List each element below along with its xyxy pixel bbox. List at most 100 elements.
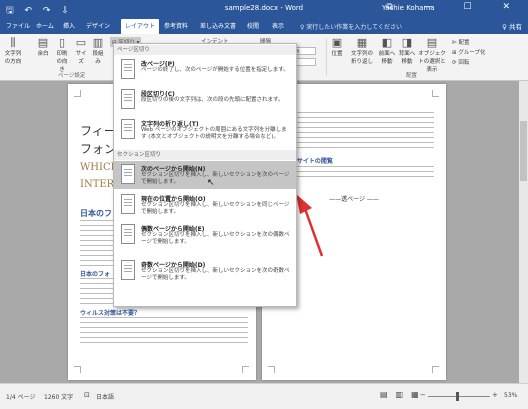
wrap-text-label: 文字列の折り返し [350, 51, 373, 65]
tab-home[interactable]: ホーム [36, 21, 54, 30]
next-page-icon [121, 164, 135, 184]
orientation-button[interactable]: ▯ 印刷の向き [54, 36, 70, 73]
section-heading: 日本のフ [80, 209, 112, 218]
menu-item-desc: 段区切りの後の文字列は、次の段の先頭に配置されます。 [141, 97, 284, 103]
page-title-jp: フィー [80, 124, 116, 138]
rotate-button[interactable]: ⟳ 回転 [452, 58, 469, 66]
odd-page-icon [121, 260, 135, 280]
arrow-head [296, 194, 312, 214]
bring-forward-label: 前面へ移動 [378, 51, 396, 65]
text-direction-label: 文字列の方向 [4, 51, 22, 65]
margins-label: 余白 [37, 51, 49, 57]
tab-review[interactable]: 校閲 [247, 21, 259, 30]
section-heading-2: 日本のフォ [80, 271, 111, 278]
menu-item-desc: セクション区切りを挿入し、新しいセクションを次の偶数ページで開始します。 [141, 232, 290, 245]
zoom-out-icon[interactable]: − [420, 391, 426, 399]
language-indicator[interactable]: 日本語 [96, 392, 114, 401]
selection-pane-button[interactable]: ▤ オブジェクトの選択と表示 [418, 36, 446, 73]
menu-item-text-wrapping[interactable]: 文字列の折り返し(T) Web ページのオブジェクトの周囲にある文字列を分離しま… [114, 116, 296, 148]
ribbon-divider [326, 38, 327, 76]
menu-item-odd-page[interactable]: 奇数ページから開始(D) セクション区切りを挿入し、新しいセクションを次の奇数ペ… [114, 257, 296, 291]
tab-view[interactable]: 表示 [272, 21, 284, 30]
text-direction-button[interactable]: ⫼ 文字列の方向 [4, 36, 22, 65]
position-icon: ▣ [331, 36, 343, 49]
menu-item-desc: Web ページのオブジェクトの周囲にある文字列を分離します (本文とオブジェクト… [141, 127, 287, 140]
breaks-menu: ページ区切り 改ページ(P) ページの終了し、次のページが開始する位置を指定しま… [113, 43, 297, 307]
bring-forward-button[interactable]: ◧ 前面へ移動 [378, 36, 396, 65]
menu-item-desc: セクション区切りを挿入し、新しいセクションを次のページで開始します。 [141, 172, 290, 185]
wrap-text-button[interactable]: ▦ 文字列の折り返し [349, 36, 375, 65]
page-corner-mark [74, 90, 81, 97]
page-break-icon [121, 59, 135, 79]
text-wrapping-icon [121, 119, 135, 139]
page-setup-group-label: ページ設定 [58, 73, 86, 79]
orientation-label: 印刷の向き [56, 51, 68, 73]
columns-icon: ▥ [92, 36, 104, 49]
mouse-cursor-icon: ↖ [207, 178, 215, 188]
columns-button[interactable]: ▥ 段組み [91, 36, 105, 65]
body-text-lines [274, 112, 434, 148]
menu-item-continuous[interactable]: 現在の位置から開始(O) セクション区切りを挿入し、新しいセクションを同じページ… [114, 191, 296, 219]
tell-me-search[interactable]: ♀ 実行したい作業を入力してください [300, 22, 402, 31]
continuous-icon [121, 194, 135, 214]
rotate-label: 回転 [458, 60, 470, 66]
tab-insert[interactable]: 挿入 [63, 21, 75, 30]
status-bar: 1/4 ページ 1260 文字 ⊡ 日本語 ▤▥▦ − + 53% [0, 383, 528, 409]
page-count[interactable]: 1/4 ページ [6, 392, 35, 401]
word-count[interactable]: 1260 文字 [44, 392, 73, 401]
margins-button[interactable]: ▤ 余白 [36, 36, 50, 57]
page-corner-mark [432, 366, 439, 373]
body-text-lines [80, 317, 248, 347]
margins-icon: ▤ [37, 36, 49, 49]
menu-item-next-page[interactable]: 次のページから開始(N) セクション区切りを挿入し、新しいセクションを次のページ… [114, 161, 296, 189]
menu-item-column-break[interactable]: 段区切り(C) 段区切りの後の文字列は、次の段の先頭に配置されます。 [114, 86, 296, 114]
menu-section-header-page: ページ区切り [114, 45, 296, 55]
position-button[interactable]: ▣ 位置 [330, 36, 344, 57]
title-bar: 🖫 ↶ ↷ ⇩ sample28.docx - Word Yoshie Koha… [0, 0, 528, 18]
menu-item-desc: ページの終了し、次のページが開始する位置を指定します。 [141, 67, 289, 73]
align-button[interactable]: ⊫ 配置 [452, 38, 470, 46]
page-title-jp-2: フォン [80, 142, 117, 156]
menu-item-desc: セクション区切りを挿入し、新しいセクションを同じページで開始します。 [141, 202, 290, 215]
share-button[interactable]: ♀ 共有 [502, 21, 522, 31]
window-controls[interactable]: ⧉ — ☐ ✕ [386, 2, 524, 12]
page-title-en-2: INTER [80, 179, 115, 190]
page-corner-mark [242, 366, 249, 373]
tab-file[interactable]: ファイル [6, 21, 30, 30]
size-icon: ▭ [75, 36, 87, 49]
menu-item-desc: セクション区切りを挿入し、新しいセクションを次の奇数ページで開始します。 [141, 268, 290, 281]
tab-references[interactable]: 参考資料 [164, 21, 188, 30]
tab-mailings[interactable]: 差し込み文書 [200, 21, 236, 30]
tab-design[interactable]: デザイン [86, 21, 110, 30]
group-label: グループ化 [458, 50, 486, 56]
scrollbar-thumb[interactable] [520, 121, 527, 181]
orientation-icon: ▯ [58, 36, 66, 49]
group-button[interactable]: ⊞ グループ化 [452, 48, 486, 56]
tab-layout[interactable]: レイアウト [121, 19, 160, 34]
column-break-icon [121, 89, 135, 109]
section-heading-3: ウィルス対策は不要？ [80, 310, 141, 317]
zoom-slider[interactable] [428, 396, 490, 397]
menu-section-header-section: セクション区切り [114, 150, 296, 160]
arrow-shaft [302, 205, 324, 257]
send-backward-button[interactable]: ◨ 背面へ移動 [398, 36, 416, 65]
zoom-slider-thumb[interactable] [456, 392, 459, 401]
menu-item-page-break[interactable]: 改ページ(P) ページの終了し、次のページが開始する位置を指定します。 [114, 56, 296, 84]
size-button[interactable]: ▭ サイズ [74, 36, 88, 65]
zoom-in-icon[interactable]: + [492, 391, 498, 399]
proofing-icon[interactable]: ⊡ [84, 391, 90, 399]
arrange-group-label: 配置 [406, 73, 418, 79]
menu-item-even-page[interactable]: 偶数ページから開始(E) セクション区切りを挿入し、新しいセクションを次の偶数ペ… [114, 221, 296, 255]
selection-pane-label: オブジェクトの選択と表示 [418, 51, 446, 73]
align-label: 配置 [458, 40, 470, 46]
bring-forward-icon: ◧ [381, 36, 393, 49]
send-backward-label: 背面へ移動 [398, 51, 416, 65]
zoom-level[interactable]: 53% [504, 392, 517, 399]
position-label: 位置 [331, 51, 343, 57]
even-page-icon [121, 224, 135, 244]
page-corner-mark [268, 366, 275, 373]
selection-pane-icon: ▤ [426, 36, 438, 49]
vertical-scrollbar[interactable] [519, 81, 528, 383]
send-backward-icon: ◨ [401, 36, 413, 49]
body-text-lines [274, 166, 434, 178]
